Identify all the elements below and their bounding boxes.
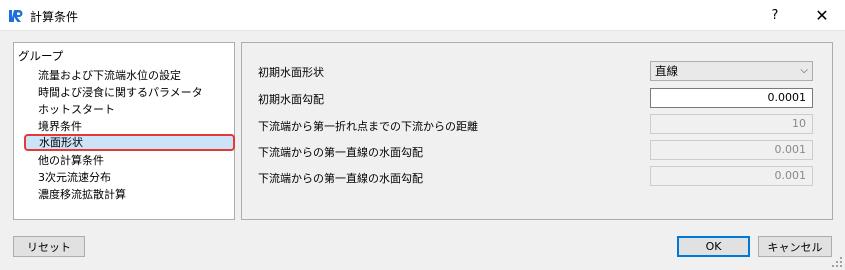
group-list-panel: グループ 流量および下流端水位の設定 時間よび浸食に関するパラメータ ホットスタ… bbox=[13, 42, 235, 220]
initial-shape-select[interactable]: 直線 ⌵ bbox=[650, 61, 813, 81]
first-line-slope-label-2: 下流端からの第一直線の水面勾配 bbox=[258, 172, 423, 185]
group-item-time-erosion[interactable]: 時間よび浸食に関するパラメータ bbox=[37, 84, 203, 101]
resize-grip-icon[interactable] bbox=[831, 256, 843, 268]
group-item-boundary[interactable]: 境界条件 bbox=[37, 118, 82, 135]
break-distance-label: 下流端から第一折れ点までの下流からの距離 bbox=[258, 120, 478, 133]
group-item-flow-downstream[interactable]: 流量および下流端水位の設定 bbox=[37, 67, 181, 84]
app-icon bbox=[9, 10, 23, 22]
group-item-water-surface[interactable]: 水面形状 bbox=[24, 134, 235, 151]
cancel-button[interactable]: キャンセル bbox=[758, 236, 832, 257]
group-item-other[interactable]: 他の計算条件 bbox=[37, 152, 104, 169]
first-line-slope-label: 下流端からの第一直線の水面勾配 bbox=[258, 146, 423, 159]
group-item-3d-velocity[interactable]: 3次元流速分布 bbox=[37, 169, 111, 186]
help-button[interactable]: ? bbox=[752, 0, 798, 31]
initial-shape-value: 直線 bbox=[655, 64, 678, 78]
group-title: グループ bbox=[18, 49, 64, 63]
chevron-down-icon: ⌵ bbox=[800, 65, 808, 76]
initial-slope-label: 初期水面勾配 bbox=[258, 93, 324, 106]
close-button[interactable]: ✕ bbox=[799, 0, 845, 31]
group-item-hot-start[interactable]: ホットスタート bbox=[37, 101, 115, 118]
first-line-slope-input-2: 0.001 bbox=[650, 166, 813, 186]
initial-slope-input[interactable]: 0.0001 bbox=[650, 88, 813, 108]
group-item-advection-diffusion[interactable]: 濃度移流拡散計算 bbox=[37, 186, 126, 203]
ok-button[interactable]: OK bbox=[677, 236, 750, 257]
title-bar: 計算条件 ? ✕ bbox=[0, 0, 845, 31]
parameters-panel: 初期水面形状 直線 ⌵ 初期水面勾配 0.0001 下流端から第一折れ点までの下… bbox=[241, 42, 833, 220]
first-line-slope-input: 0.001 bbox=[650, 140, 813, 160]
reset-button[interactable]: リセット bbox=[13, 236, 85, 257]
initial-shape-label: 初期水面形状 bbox=[258, 66, 324, 79]
break-distance-input: 10 bbox=[650, 114, 813, 134]
window-title: 計算条件 bbox=[30, 10, 79, 24]
